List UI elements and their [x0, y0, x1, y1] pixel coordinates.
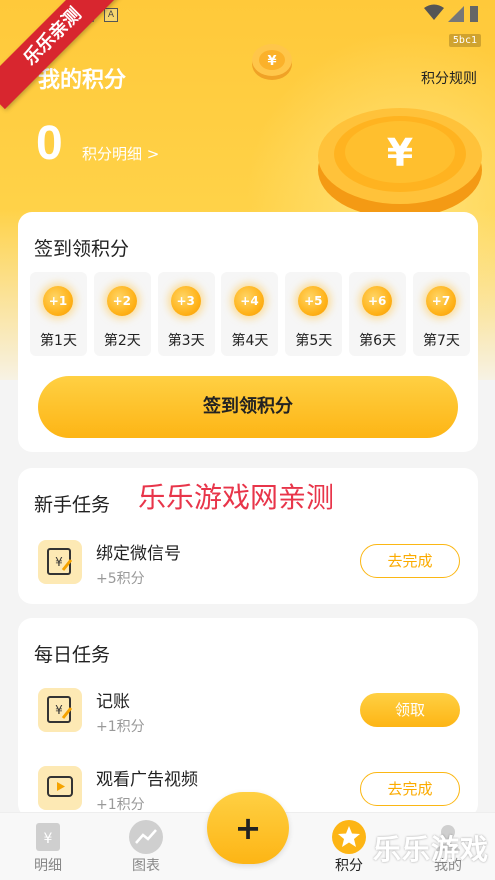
checkin-day[interactable]: +3 第3天: [157, 272, 215, 356]
coin-icon: +3: [170, 286, 201, 316]
svg-text:¥: ¥: [44, 831, 53, 847]
novice-tasks-card: 新手任务 乐乐游戏网亲测 ¥ 绑定微信号 +5积分 去完成: [18, 468, 478, 604]
video-icon: [38, 766, 82, 810]
daily-tasks-title: 每日任务: [34, 644, 111, 666]
watermark-text: 乐乐游戏网亲测: [138, 481, 335, 514]
task-reward: +1积分: [96, 797, 145, 813]
points-balance: 0: [36, 117, 63, 170]
day-label: 第5天: [295, 333, 333, 349]
points-rules-link[interactable]: 积分规则: [421, 68, 477, 88]
add-record-button[interactable]: +: [207, 792, 289, 864]
big-coin-icon: ¥: [318, 108, 482, 218]
checkin-day[interactable]: +7 第7天: [412, 272, 470, 356]
daily-tasks-card: 每日任务 ¥ 记账 +1积分 领取 观看广告视频 +1积分 去完成: [18, 618, 478, 818]
coin-icon: +1: [43, 286, 73, 316]
task-reward: +5积分: [96, 571, 145, 587]
checkin-button[interactable]: 签到领积分: [38, 376, 458, 438]
status-tag: 5bc1: [448, 34, 481, 47]
svg-text:¥: ¥: [55, 555, 63, 569]
points-detail-link[interactable]: 积分明细 >: [82, 143, 159, 164]
page-title: 我的积分: [38, 68, 127, 93]
svg-text:¥: ¥: [55, 703, 63, 717]
day-label: 第6天: [359, 333, 397, 349]
checkin-title: 签到领积分: [34, 238, 130, 260]
checkin-day-row: +1 第1天 +2 第2天 +3 第3天 +4 第4天 +5 第5天 +6 第6天 +7 第7…: [30, 272, 470, 358]
task-name: 绑定微信号: [96, 544, 181, 564]
day-label: 第4天: [231, 333, 269, 349]
day-label: 第7天: [423, 333, 460, 349]
coin-icon: +6: [362, 286, 393, 316]
checkin-day[interactable]: +5 第5天: [285, 272, 343, 356]
task-name: 观看广告视频: [96, 770, 198, 790]
small-coin-icon: ¥: [252, 44, 292, 80]
checkin-day[interactable]: +2 第2天: [93, 272, 151, 356]
coin-icon: +5: [298, 286, 329, 316]
nav-label: 图表: [132, 858, 160, 874]
wechat-bill-icon: ¥: [38, 540, 82, 584]
complete-task-button[interactable]: 去完成: [360, 544, 460, 578]
checkin-card: 签到领积分 +1 第1天 +2 第2天 +3 第3天 +4 第4天 +5 第5天 +6 第6…: [18, 212, 478, 452]
bookkeeping-icon: ¥: [38, 688, 82, 732]
svg-text:¥: ¥: [267, 54, 276, 69]
checkin-day[interactable]: +1 第1天: [30, 272, 87, 356]
day-label: 第1天: [40, 333, 77, 349]
task-name: 记账: [96, 692, 130, 712]
day-label: 第2天: [103, 333, 141, 349]
signal-icon: [448, 6, 464, 22]
claim-button[interactable]: 领取: [360, 693, 460, 727]
svg-text:¥: ¥: [387, 131, 413, 175]
nav-item-ledger[interactable]: ¥ 明细: [8, 813, 88, 880]
brand-watermark: 乐乐游戏: [372, 833, 489, 866]
coin-icon: +2: [106, 286, 137, 316]
coin-icon: +4: [234, 286, 265, 316]
battery-icon: [470, 6, 478, 22]
nav-label: 明细: [34, 858, 62, 874]
checkin-day[interactable]: +4 第4天: [221, 272, 279, 356]
task-reward: +1积分: [96, 719, 145, 735]
notification-icon: A: [104, 8, 118, 22]
coin-icon: +7: [425, 286, 456, 316]
ledger-icon: ¥: [36, 823, 60, 851]
star-icon: [332, 820, 366, 854]
wifi-icon: [424, 4, 444, 20]
complete-task-button[interactable]: 去完成: [360, 772, 460, 806]
checkin-day[interactable]: +6 第6天: [349, 272, 407, 356]
chart-icon: [129, 820, 163, 854]
nav-item-chart[interactable]: 图表: [106, 813, 186, 880]
novice-tasks-title: 新手任务: [34, 494, 111, 516]
day-label: 第3天: [167, 333, 205, 349]
